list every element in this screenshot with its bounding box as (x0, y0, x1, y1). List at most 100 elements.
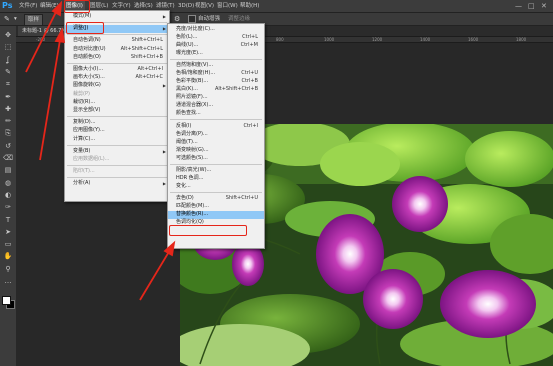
image-menu-item[interactable]: 计算(C)... (65, 136, 169, 144)
adjust-menu-item[interactable]: 曲线(U)... Ctrl+M (168, 42, 264, 50)
edit-toolbar-icon[interactable]: … (2, 276, 14, 286)
menu-separator (170, 59, 262, 60)
menu-item-10[interactable]: 帮助(H) (238, 0, 261, 12)
sample-dropdown[interactable]: 取样 (24, 14, 44, 26)
menu-item-1[interactable]: 编辑(E) (38, 0, 61, 12)
adjust-menu-item[interactable]: 去色(D) Shift+Ctrl+U (168, 195, 264, 203)
menu-item-label: 计算(C)... (73, 135, 96, 142)
adjust-menu-item[interactable]: 变化... (168, 183, 264, 191)
pen-tool-icon[interactable]: ✑ (2, 202, 14, 212)
ruler-tick-label: 1600 (468, 37, 479, 42)
image-menu-item[interactable]: 自动颜色(O) Shift+Ctrl+B (65, 54, 169, 62)
marquee-tool-icon[interactable]: ⬚ (2, 42, 14, 52)
image-menu-item[interactable]: 裁剪(P) (65, 91, 169, 99)
hand-tool-icon[interactable]: ✋ (2, 251, 14, 261)
gradient-tool-icon[interactable]: ▤ (2, 165, 14, 175)
image-menu-item[interactable]: 裁切(R)... (65, 99, 169, 107)
adjust-menu-item[interactable]: HDR 色调... (168, 175, 264, 183)
menu-item-shortcut: Alt+Ctrl+I (137, 66, 163, 72)
menu-item-label: HDR 色调... (176, 174, 204, 181)
ruler-tick-label: 800 (276, 37, 284, 42)
submenu-arrow-icon: ▶ (162, 181, 166, 187)
image-menu-item[interactable]: 应用图像(Y)... (65, 127, 169, 135)
adjust-menu-item[interactable]: 阴影/高光(W)... (168, 167, 264, 175)
quick-select-tool-icon[interactable]: ✎ (2, 67, 14, 77)
clone-stamp-tool-icon[interactable]: ⎘ (2, 128, 14, 138)
image-menu-item[interactable]: 分析(A) ▶ (65, 180, 169, 188)
annotation-box-replace-color (169, 225, 247, 236)
foreground-color-swatch[interactable] (2, 296, 11, 305)
adjust-menu-item[interactable]: 渐变映射(G)... (168, 147, 264, 155)
menu-item-9[interactable]: 窗口(W) (215, 0, 240, 12)
menu-separator (170, 191, 262, 193)
eraser-tool-icon[interactable]: ⌫ (2, 153, 14, 163)
menu-item-0[interactable]: 文件(F) (17, 0, 39, 12)
adjust-menu-item[interactable]: 色彩平衡(B)... Ctrl+B (168, 78, 264, 86)
adjust-menu-item[interactable]: 亮度/对比度(C)... (168, 26, 264, 34)
adjust-menu-item[interactable]: 阈值(T)... (168, 139, 264, 147)
ruler-tick-label: -200 (36, 37, 46, 42)
crop-tool-icon[interactable]: ⌗ (2, 79, 14, 89)
image-menu-item[interactable]: 图像旋转(G) ▶ (65, 82, 169, 90)
menu-item-label: 色相/饱和度(H)... (176, 70, 216, 77)
shape-tool-icon[interactable]: ▭ (2, 239, 14, 249)
menu-separator (67, 116, 167, 118)
history-brush-tool-icon[interactable]: ↺ (2, 141, 14, 151)
submenu-arrow-icon: ▶ (162, 14, 166, 19)
adjust-menu-item[interactable]: 匹配颜色(M)... (168, 203, 264, 211)
menu-item-shortcut: Shift+Ctrl+B (130, 53, 163, 60)
dodge-tool-icon[interactable]: ◐ (2, 190, 14, 200)
adjust-menu-item[interactable]: 黑白(K)... Alt+Shift+Ctrl+B (168, 86, 264, 94)
image-menu-item[interactable]: 陷印(T)... (65, 168, 169, 176)
image-menu-dropdown: 模式(M) ▶ 调整(J) ▶ 自动色调(N) Shift+Ctrl+L 自动对比度(U) A… (64, 10, 170, 202)
image-menu-item[interactable]: 复制(D)... (65, 119, 169, 127)
adjust-menu-item[interactable]: 可选颜色(S)... (168, 155, 264, 163)
healing-tool-icon[interactable]: ✚ (2, 104, 14, 114)
menu-item-label: 反相(I) (176, 122, 192, 129)
maximize-button[interactable]: □ (528, 0, 535, 12)
menu-item-label: 裁切(R)... (73, 98, 96, 105)
image-menu-item[interactable]: 显示全部(V) (65, 107, 169, 115)
menu-separator (67, 177, 167, 179)
adjust-menu-item[interactable]: 色相/饱和度(H)... Ctrl+U (168, 70, 264, 78)
adjust-menu-item[interactable]: 色调分离(P)... (168, 131, 264, 139)
annotation-box-image-menu (64, 0, 90, 13)
tool-preset-chevron-down-icon[interactable]: ▾ (14, 14, 17, 24)
image-menu-item[interactable]: 自动对比度(U) Alt+Shift+Ctrl+L (65, 46, 169, 54)
menu-item-8[interactable]: 视图(V) (193, 0, 216, 12)
adjust-menu-item[interactable]: 曝光度(E)... (168, 50, 264, 58)
path-select-tool-icon[interactable]: ➤ (2, 227, 14, 237)
submenu-arrow-icon: ▶ (162, 26, 166, 32)
image-menu-item[interactable]: 图像大小(I)... Alt+Ctrl+I (65, 66, 169, 74)
menu-item-label: 渐变映射(G)... (176, 146, 209, 153)
adjust-menu-item[interactable]: 通道混合器(X)... (168, 102, 264, 110)
minimize-button[interactable]: — (515, 0, 522, 12)
quick-select-tool-icon[interactable]: ✎ (4, 14, 10, 24)
menu-item-label: 自动颜色(O) (73, 53, 101, 60)
image-menu-item[interactable]: 应用数据组(L)... (65, 156, 169, 164)
menu-item-label: 通道混合器(X)... (176, 102, 214, 109)
blur-tool-icon[interactable]: ◍ (2, 178, 14, 188)
adjust-menu-item[interactable]: 替换颜色(R)... (168, 211, 264, 219)
image-menu-item[interactable]: 画布大小(S)... Alt+Ctrl+C (65, 74, 169, 82)
image-menu-item[interactable]: 自动色调(N) Shift+Ctrl+L (65, 37, 169, 45)
adjust-menu-item[interactable]: 颜色查找... (168, 110, 264, 118)
menu-item-label: 照片滤镜(F)... (176, 94, 208, 101)
adjust-menu-item[interactable]: 自然饱和度(V)... (168, 62, 264, 70)
zoom-tool-icon[interactable]: ⚲ (2, 264, 14, 274)
menu-item-label: 颜色查找... (176, 110, 201, 117)
image-menu-item[interactable]: 变量(B) ▶ (65, 148, 169, 156)
adjust-menu-item[interactable]: 照片滤镜(F)... (168, 94, 264, 102)
move-tool-icon[interactable]: ✥ (2, 30, 14, 40)
adjust-menu-item[interactable]: 反相(I) Ctrl+I (168, 123, 264, 131)
image-menu-item[interactable]: 模式(M) ▶ (65, 13, 169, 21)
close-button[interactable]: ✕ (541, 0, 547, 12)
adjust-menu-item[interactable]: 色阶(L)... Ctrl+L (168, 34, 264, 42)
menu-item-label: 图像大小(I)... (73, 66, 104, 72)
menu-item-label: 自动色调(N) (73, 37, 101, 44)
menu-item-label: 去色(D) (176, 195, 194, 202)
lasso-tool-icon[interactable]: ʆ (2, 55, 14, 65)
brush-tool-icon[interactable]: ✏ (2, 116, 14, 126)
type-tool-icon[interactable]: T (2, 215, 14, 225)
eyedropper-tool-icon[interactable]: ✒ (2, 92, 14, 102)
